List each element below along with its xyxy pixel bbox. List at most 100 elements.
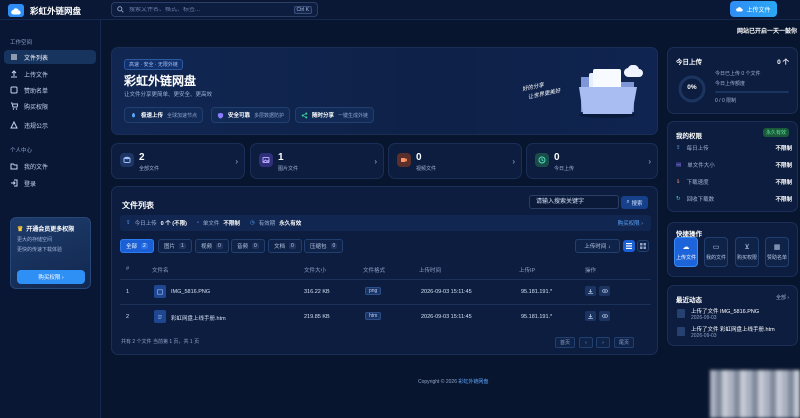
keyword-search-button[interactable]: ⌕ 搜索 bbox=[621, 196, 648, 209]
download-icon[interactable] bbox=[585, 311, 596, 321]
sidebar-section-personal: 个人中心 bbox=[10, 148, 33, 154]
filter-document[interactable]: 文档 0 bbox=[268, 239, 302, 253]
first-page-button[interactable]: 首页 bbox=[555, 337, 575, 348]
stat-value: 1 bbox=[278, 152, 284, 163]
search-box[interactable]: Ctrl K bbox=[111, 2, 318, 17]
today-title: 今日上传 bbox=[676, 59, 702, 66]
sidebar-item-buy[interactable]: 购买权限 bbox=[4, 99, 96, 113]
filter-all[interactable]: 全部 2 bbox=[120, 239, 154, 253]
permissions-card: 我的权限 永久有效 ⇪ 每日上传 不限制 ▤ 单文件大小 不限制 ⇓ 下载速度 不限制 ↻ 回… bbox=[667, 121, 798, 212]
hero-banner: 高速 · 安全 · 无限外链 彩虹外链网盘 让文件分享更简单、更安全、更高效 极… bbox=[111, 47, 658, 135]
view-icon[interactable] bbox=[599, 286, 610, 296]
file-list-title: 文件列表 bbox=[122, 201, 154, 210]
sidebar-item-sponsors[interactable]: 赞助名单 bbox=[4, 83, 96, 97]
activity-item[interactable]: 上传了文件 IMG_5816.PNG 2026-09-03 bbox=[677, 306, 795, 326]
col-name: 文件名 bbox=[152, 268, 169, 274]
hero-subtitle: 让文件分享更简单、更安全、更高效 bbox=[124, 92, 213, 98]
quick-my-files-button[interactable]: ▭ 我的文件 bbox=[704, 237, 728, 267]
folder-icon bbox=[10, 162, 18, 170]
filter-archive[interactable]: 压缩包 0 bbox=[304, 239, 344, 253]
image-file-icon bbox=[154, 285, 166, 298]
copyright: Copyright © 2026 彩虹外链网盘 bbox=[418, 379, 489, 385]
folder-illustration-icon bbox=[579, 65, 643, 118]
upload-ip: 95.181.191.* bbox=[521, 314, 553, 320]
file-size: 316.22 KB bbox=[304, 289, 330, 295]
sidebar-item-login[interactable]: 登录 bbox=[4, 176, 96, 190]
col-size: 文件大小 bbox=[304, 268, 327, 274]
view-icon[interactable] bbox=[599, 311, 610, 321]
search-icon bbox=[117, 6, 124, 13]
pixelated-overlay bbox=[710, 370, 800, 418]
warning-icon bbox=[10, 121, 18, 129]
stat-image-files[interactable]: 1 图片文件 › bbox=[250, 143, 384, 179]
app-logo[interactable]: 彩虹外链网盘 bbox=[8, 4, 81, 17]
last-page-button[interactable]: 尾页 bbox=[614, 337, 634, 348]
table-row[interactable]: 1 IMG_5816.PNG 316.22 KB png 2026-09-03 … bbox=[120, 279, 651, 303]
stat-video-files[interactable]: 0 视频文件 › bbox=[388, 143, 522, 179]
sort-select[interactable]: 上传时间 ↓ bbox=[575, 239, 620, 253]
col-time: 上传时间 bbox=[419, 268, 442, 274]
permission-badge: 永久有效 bbox=[762, 128, 789, 137]
sidebar-item-my-files[interactable]: 我的文件 bbox=[4, 159, 96, 173]
site-link[interactable]: 彩虹外链网盘 bbox=[458, 379, 488, 385]
shield-icon bbox=[217, 112, 224, 119]
keyword-input[interactable] bbox=[529, 195, 619, 209]
list-view-icon[interactable] bbox=[637, 240, 649, 252]
buy-permission-link[interactable]: 购买权限 › bbox=[618, 219, 643, 227]
stat-value: 2 bbox=[139, 152, 145, 163]
quick-upload-button[interactable]: ☁ 上传文件 bbox=[674, 237, 698, 267]
file-name[interactable]: IMG_5816.PNG bbox=[171, 289, 210, 295]
pagination-summary: 共有 2 个文件 当前第 1 页，共 1 页 bbox=[121, 339, 200, 345]
next-page-button[interactable]: › bbox=[596, 337, 610, 348]
buy-permission-button[interactable]: 购买权限 › bbox=[17, 270, 85, 284]
quick-sponsors-button[interactable]: ▦ 赞助名单 bbox=[765, 237, 789, 267]
download-icon[interactable] bbox=[585, 286, 596, 296]
app-title: 彩虹外链网盘 bbox=[30, 5, 82, 16]
perm-download-speed: ⇓ 下载速度 不限制 bbox=[676, 179, 792, 186]
stat-today-upload[interactable]: 0 今日上传 › bbox=[526, 143, 658, 179]
file-icon: ▫ bbox=[196, 220, 199, 226]
upload-button[interactable]: 上传文件 bbox=[730, 1, 777, 17]
quota-progress-bar bbox=[715, 91, 789, 93]
file-name[interactable]: 彩虹网盘上线手册.htm bbox=[171, 314, 226, 322]
recycle-icon: ↻ bbox=[676, 196, 681, 202]
format-badge: png bbox=[365, 287, 382, 295]
today-count: 0 个 bbox=[777, 59, 789, 66]
col-ip: 上传IP bbox=[519, 268, 536, 274]
col-format: 文件格式 bbox=[363, 268, 386, 274]
sidebar-item-violations[interactable]: 违规公示 bbox=[4, 118, 96, 132]
download-icon: ⇓ bbox=[676, 179, 681, 185]
quick-buy-button[interactable]: ⊻ 购买权限 bbox=[735, 237, 759, 267]
chevron-right-icon: › bbox=[235, 157, 238, 166]
stat-all-files[interactable]: 2 全部文件 › bbox=[111, 143, 245, 179]
activity-item[interactable]: 上传了文件 彩虹网盘上线手册.htm 2026-09-03 bbox=[677, 324, 795, 344]
sidebar-item-label: 登录 bbox=[24, 181, 37, 188]
search-input[interactable] bbox=[129, 6, 289, 13]
activity-title: 最近动态 bbox=[676, 297, 702, 304]
database-icon bbox=[120, 153, 134, 167]
folder-icon: ▭ bbox=[712, 244, 720, 251]
feature-secure: 安全可靠 多层数据防护 bbox=[211, 107, 291, 123]
clock-icon: ◷ bbox=[249, 220, 255, 226]
document-file-icon bbox=[154, 310, 166, 323]
sidebar-item-upload[interactable]: 上传文件 bbox=[4, 67, 96, 81]
sponsor-icon bbox=[10, 86, 18, 94]
sidebar-section-work: 工作空间 bbox=[10, 40, 33, 46]
filter-video[interactable]: 视频 0 bbox=[195, 239, 229, 253]
sidebar: 工作空间 文件列表 上传文件 赞助名单 购买权限 违规公示 个人中心 我的文件 … bbox=[0, 20, 101, 418]
sidebar-item-file-list[interactable]: 文件列表 bbox=[4, 50, 96, 64]
filter-audio[interactable]: 音频 0 bbox=[231, 239, 265, 253]
upload-cloud-icon bbox=[736, 7, 744, 12]
stat-label: 全部文件 bbox=[139, 166, 160, 172]
upload-ip: 95.181.191.* bbox=[521, 289, 553, 295]
sidebar-item-label: 文件列表 bbox=[24, 55, 49, 62]
filter-image[interactable]: 图片 1 bbox=[158, 239, 192, 253]
sponsor-icon: ▦ bbox=[773, 244, 781, 251]
activity-more-link[interactable]: 全部 › bbox=[776, 294, 789, 301]
sidebar-item-label: 上传文件 bbox=[24, 72, 49, 79]
grid-view-icon[interactable] bbox=[623, 240, 635, 252]
quota-bar: ⇪ 今日上传 0 个 (不限) ▫ 单文件 不限制 ◷ 有效期 永久有效 购买权… bbox=[120, 215, 651, 231]
prev-page-button[interactable]: ‹ bbox=[579, 337, 593, 348]
sidebar-item-label: 赞助名单 bbox=[24, 88, 49, 95]
table-row[interactable]: 2 彩虹网盘上线手册.htm 219.85 KB htm 2026-09-03 … bbox=[120, 304, 651, 328]
